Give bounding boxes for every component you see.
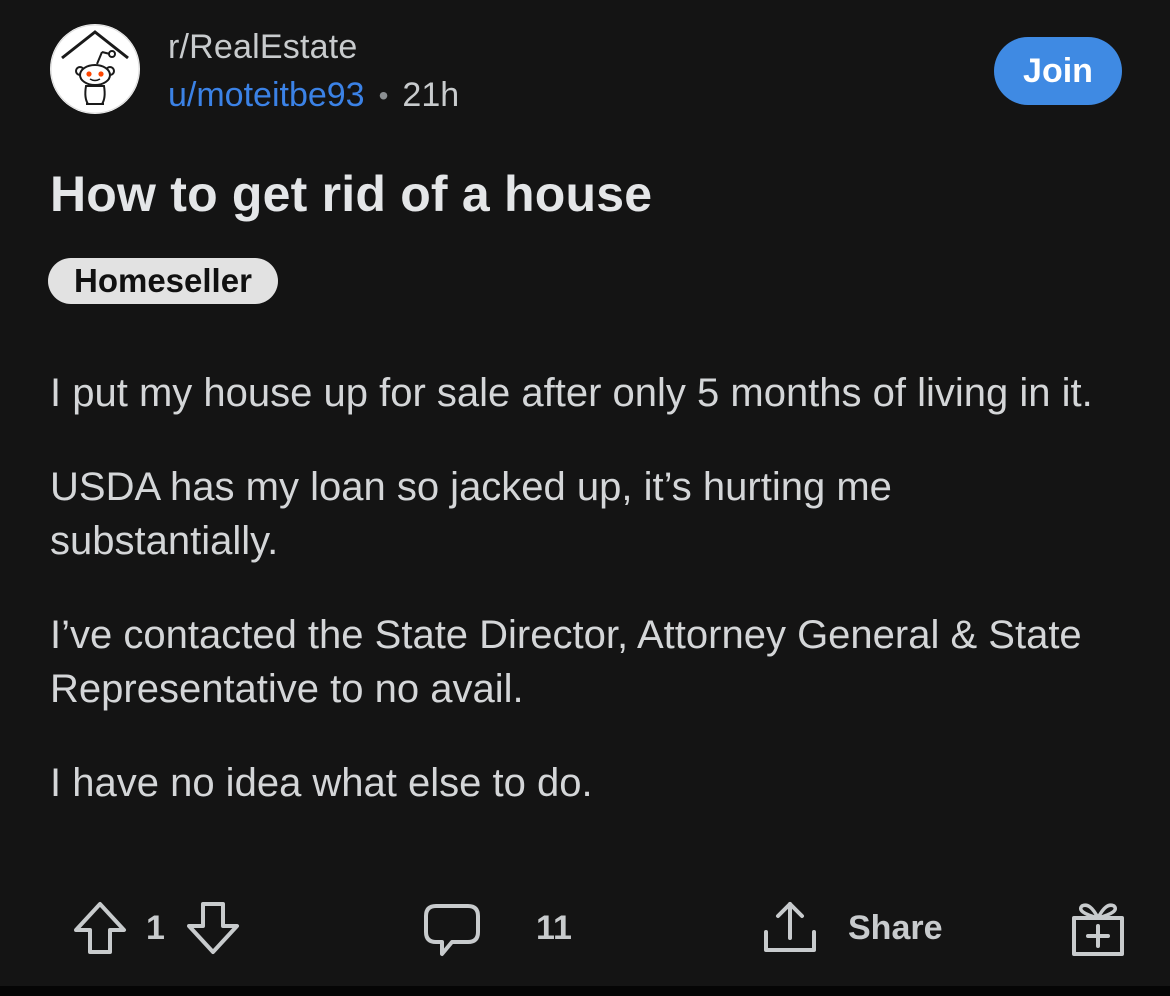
reddit-snoo-icon: [50, 24, 140, 114]
subreddit-avatar[interactable]: [50, 24, 140, 114]
post-title[interactable]: How to get rid of a house: [50, 165, 652, 223]
post-card: r/RealEstate u/moteitbe93 • 21h Join How…: [0, 0, 1170, 996]
upvote-arrow-icon[interactable]: [70, 898, 130, 958]
vote-control: 1: [70, 890, 243, 966]
comment-bubble-icon: [422, 898, 482, 958]
bottom-divider: [0, 986, 1170, 996]
share-icon: [760, 898, 820, 958]
post-meta: u/moteitbe93 • 21h: [168, 76, 459, 115]
body-paragraph: I’ve contacted the State Director, Attor…: [50, 613, 1082, 711]
body-paragraph: I put my house up for sale after only 5 …: [50, 371, 1093, 415]
post-body: I put my house up for sale after only 5 …: [50, 366, 1130, 850]
meta-separator: •: [378, 79, 389, 111]
post-flair[interactable]: Homeseller: [48, 258, 278, 304]
join-button[interactable]: Join: [994, 37, 1122, 105]
share-label: Share: [848, 908, 943, 947]
share-button[interactable]: Share: [760, 890, 943, 966]
subreddit-name[interactable]: r/RealEstate: [168, 28, 357, 67]
downvote-arrow-icon[interactable]: [183, 898, 243, 958]
body-paragraph: I have no idea what else to do.: [50, 761, 593, 805]
author-username[interactable]: u/moteitbe93: [168, 76, 365, 115]
award-button[interactable]: [1068, 890, 1128, 966]
comments-button[interactable]: 11: [422, 890, 572, 966]
body-paragraph: USDA has my loan so jacked up, it’s hurt…: [50, 465, 892, 563]
award-gift-icon: [1068, 898, 1128, 958]
post-age: 21h: [402, 76, 460, 114]
comment-count: 11: [536, 908, 572, 947]
vote-count: 1: [146, 908, 165, 947]
action-bar: 1 11 Share: [0, 890, 1170, 966]
